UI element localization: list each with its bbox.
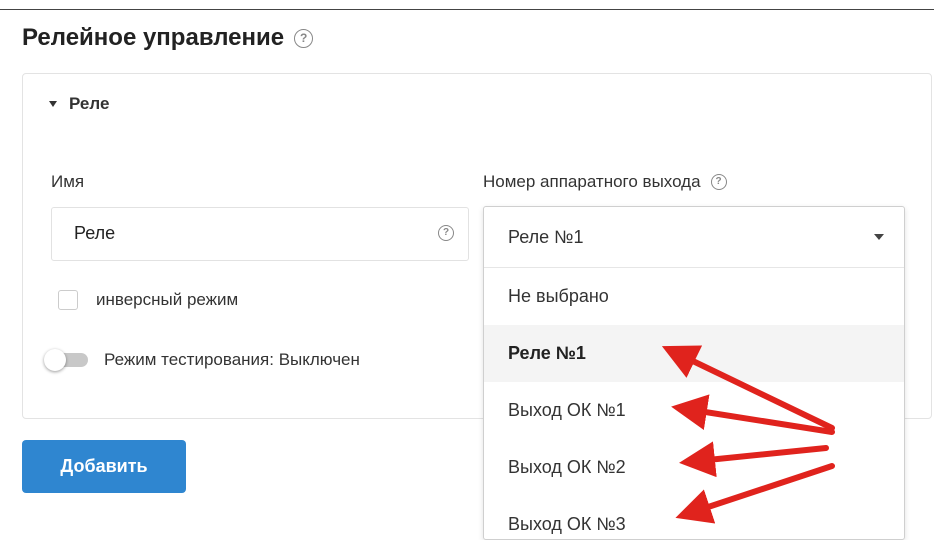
output-label: Номер аппаратного выхода ? xyxy=(483,172,727,192)
output-select-current[interactable]: Реле №1 xyxy=(484,207,904,268)
inverse-mode-row: инверсный режим xyxy=(58,290,238,310)
option-label: Выход ОК №1 xyxy=(508,400,626,420)
option-ok-1[interactable]: Выход ОК №1 xyxy=(484,382,904,439)
output-select[interactable]: Реле №1 Не выбрано Реле №1 Выход ОК №1 В… xyxy=(483,206,905,540)
option-ok-2[interactable]: Выход ОК №2 xyxy=(484,439,904,496)
test-mode-label: Режим тестирования: Выключен xyxy=(104,350,360,369)
panel-header-label: Реле xyxy=(69,94,110,113)
output-label-text: Номер аппаратного выхода xyxy=(483,172,701,191)
option-none[interactable]: Не выбрано xyxy=(484,268,904,325)
panel-header[interactable]: Реле xyxy=(49,94,109,114)
option-relay-1[interactable]: Реле №1 xyxy=(484,325,904,382)
option-label: Реле №1 xyxy=(508,343,586,363)
page-title-text: Релейное управление xyxy=(22,24,285,51)
help-icon[interactable]: ? xyxy=(294,28,314,48)
page-title: Релейное управление ? xyxy=(22,24,314,52)
inverse-mode-label: инверсный режим xyxy=(96,290,239,309)
test-mode-row: Режим тестирования: Выключен xyxy=(44,349,360,371)
toggle-knob xyxy=(44,349,66,371)
help-icon[interactable]: ? xyxy=(438,225,454,241)
help-icon[interactable]: ? xyxy=(710,174,727,190)
output-select-value: Реле №1 xyxy=(508,227,584,247)
option-label: Выход ОК №2 xyxy=(508,457,626,477)
chevron-down-icon xyxy=(874,234,884,240)
option-label: Выход ОК №3 xyxy=(508,514,626,534)
caret-down-icon xyxy=(49,101,57,107)
inverse-mode-checkbox[interactable] xyxy=(58,290,78,310)
option-ok-3[interactable]: Выход ОК №3 xyxy=(484,496,904,539)
name-input-value: Реле xyxy=(74,223,116,243)
name-label: Имя xyxy=(51,172,85,191)
add-button[interactable]: Добавить xyxy=(22,440,186,493)
name-input[interactable]: Реле ? xyxy=(51,207,469,261)
test-mode-toggle[interactable] xyxy=(44,349,88,371)
top-divider xyxy=(0,9,934,10)
option-label: Не выбрано xyxy=(508,286,609,306)
